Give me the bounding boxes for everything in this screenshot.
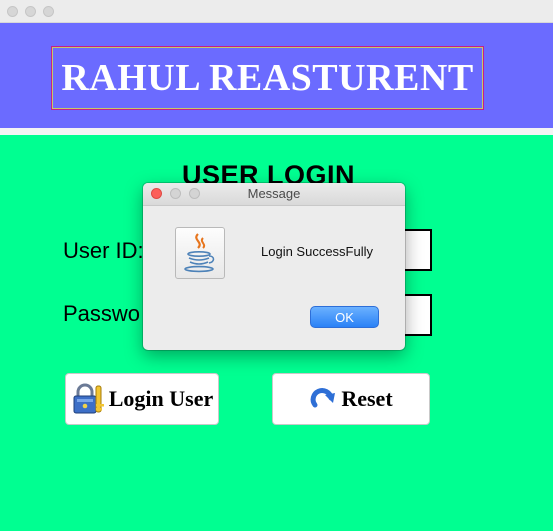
window-titlebar (0, 0, 553, 23)
reset-button-label: Reset (341, 386, 393, 411)
user-id-label: User ID: (63, 238, 144, 263)
login-user-button-label: Login User (108, 386, 214, 411)
zoom-window-button[interactable] (43, 6, 54, 17)
header-banner: RAHUL REASTURENT (0, 23, 553, 128)
ok-button[interactable]: OK (310, 306, 379, 328)
header-title-frame: RAHUL REASTURENT (51, 46, 484, 110)
restaurant-title: RAHUL REASTURENT (61, 57, 474, 99)
dialog-title: Message (247, 186, 301, 201)
login-user-button[interactable]: Login User (65, 373, 219, 425)
close-window-button[interactable] (7, 6, 18, 17)
password-label: Passwo (63, 301, 141, 326)
minimize-window-button[interactable] (25, 6, 36, 17)
dialog-titlebar: Message (143, 183, 405, 206)
header-divider (0, 128, 553, 135)
java-coffee-cup-icon (175, 227, 225, 279)
reset-button[interactable]: Reset (272, 373, 430, 425)
redo-arrow-icon (309, 385, 337, 413)
message-dialog: Message Login SuccessFully OK (143, 183, 405, 350)
dialog-message: Login SuccessFully (261, 244, 373, 259)
lock-key-icon (71, 382, 105, 416)
